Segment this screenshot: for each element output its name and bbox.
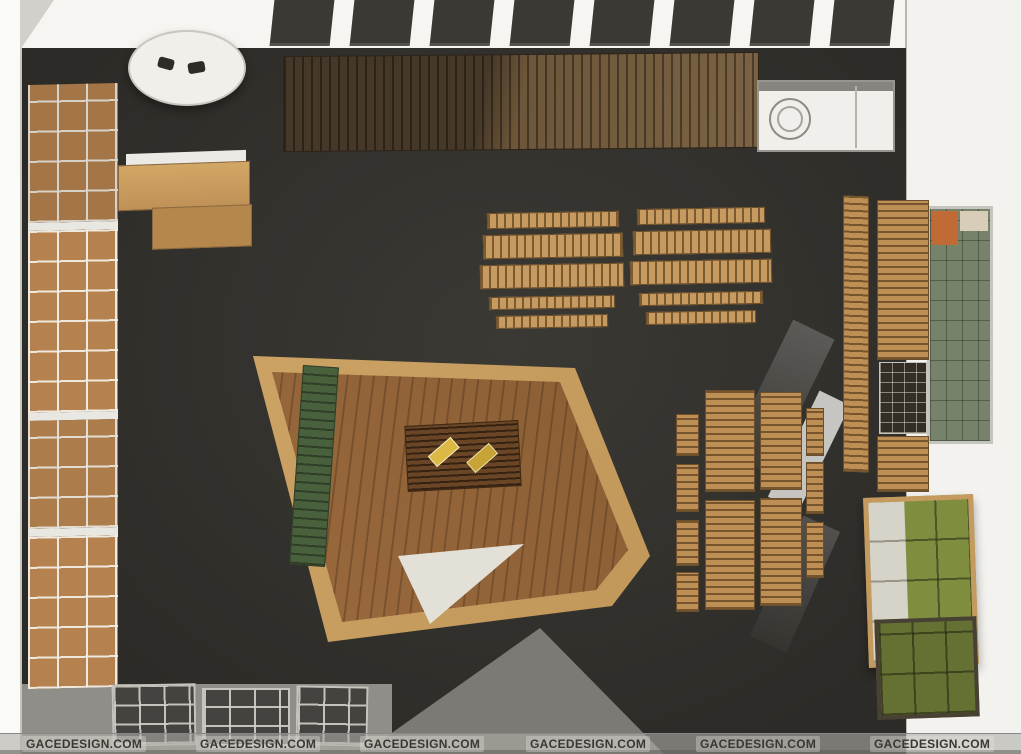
slat-bench (496, 314, 608, 329)
ceiling-panel (510, 0, 575, 46)
slat-shelf-wide-top (877, 200, 929, 360)
reception-desk-return (152, 204, 252, 249)
reception-desk (118, 161, 250, 212)
counter-divider (855, 86, 857, 148)
basin-circle-inner (777, 106, 803, 132)
shelf-unit (28, 83, 118, 223)
round-table (128, 30, 246, 106)
green-cabinet-lower (874, 616, 979, 719)
slat-table-vertical (676, 572, 699, 612)
open-book (428, 437, 460, 467)
watermark: GACEDESIGN.COM (360, 736, 484, 752)
slat-table-vertical (676, 414, 699, 456)
poster-orange-patch (932, 211, 958, 245)
shelf-unit (28, 419, 118, 529)
ceiling-panel (750, 0, 815, 46)
ceiling-panel (270, 0, 335, 46)
ceiling-panel (430, 0, 495, 46)
slat-shelf-wide-bottom (877, 436, 929, 492)
artwork-poster (927, 206, 993, 444)
slat-bench (637, 207, 765, 225)
service-counter-edge (759, 82, 893, 91)
slat-table (630, 259, 772, 285)
watermark: GACEDESIGN.COM (696, 736, 820, 752)
platform-mat (404, 420, 521, 492)
ceiling-panel (830, 0, 895, 46)
shelf-unit (28, 229, 118, 413)
shelf-unit (28, 535, 118, 689)
ceiling-panel (590, 0, 655, 46)
chair (157, 56, 175, 71)
slat-table-vertical (806, 462, 824, 514)
slat-table (633, 229, 771, 255)
slat-table (480, 263, 624, 290)
ceiling-panel (350, 0, 415, 46)
open-book (466, 443, 498, 473)
interior-render: GACEDESIGN.COM GACEDESIGN.COM GACEDESIGN… (0, 0, 1021, 754)
watermark: GACEDESIGN.COM (870, 736, 994, 752)
hanging-slat-screen (283, 52, 759, 152)
slat-table-vertical (760, 392, 802, 490)
slat-table-vertical (760, 498, 802, 606)
slat-table-vertical (806, 408, 824, 456)
slat-table (483, 233, 623, 259)
slat-shelf-grid (879, 362, 927, 434)
wall-shelving-left (28, 83, 118, 689)
ceiling-panel (670, 0, 735, 46)
slat-bench (639, 291, 763, 306)
slat-bench (487, 211, 619, 229)
slat-bench (646, 310, 756, 325)
poster-light-patch (960, 211, 988, 231)
watermark: GACEDESIGN.COM (526, 736, 650, 752)
chair (187, 61, 206, 75)
service-counter (757, 80, 895, 152)
slat-table-vertical (705, 500, 755, 610)
slat-table-vertical (806, 522, 824, 578)
slat-table-vertical (676, 464, 699, 512)
left-wall (0, 0, 22, 754)
slat-bench (489, 295, 615, 310)
slat-table-vertical (705, 390, 755, 492)
watermark: GACEDESIGN.COM (196, 736, 320, 752)
slat-shelf-column (843, 196, 869, 473)
slat-table-vertical (676, 520, 699, 566)
watermark: GACEDESIGN.COM (22, 736, 146, 752)
watermark-bar-edge (0, 750, 1021, 754)
